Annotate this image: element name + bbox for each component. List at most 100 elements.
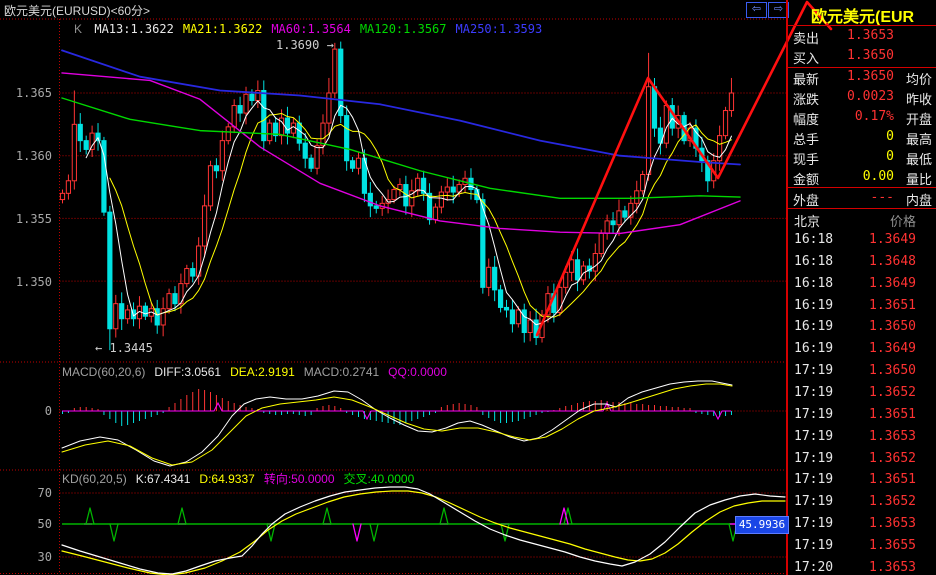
quote-row-label: 总手: [793, 132, 820, 147]
quote-row-label: 外盘: [793, 193, 820, 208]
quote-row-value: 0.17%: [854, 109, 894, 124]
low-price-label: 1.3445: [109, 341, 153, 355]
tick-price: 1.3649: [869, 341, 916, 357]
tick-price: 1.3652: [869, 450, 916, 466]
kd-axis-label: 30: [37, 550, 52, 564]
tick-time: 17:19: [794, 428, 834, 444]
tick-row[interactable]: 16:19 1.3649: [788, 341, 936, 361]
tick-time: 16:18: [794, 253, 834, 269]
price-axis-label: 1.355: [15, 212, 52, 226]
indicator-value: DEA:2.9191: [230, 365, 295, 379]
tick-price: 1.3653: [869, 516, 916, 532]
tick-time: 17:19: [794, 384, 834, 400]
quote-row: 卖出 1.3653: [788, 28, 936, 48]
quote-row-value: 0.0023: [847, 89, 894, 104]
tick-row[interactable]: 16:18 1.3649: [788, 276, 936, 296]
divider: [788, 67, 936, 68]
high-price-annotation: 1.3690 →: [276, 38, 334, 52]
quote-row: 外盘 --- 内盘: [788, 190, 936, 210]
quote-row-label2: 昨收: [906, 92, 933, 107]
kd-axis-label: 70: [37, 486, 52, 500]
quote-row-label2: 均价: [906, 72, 933, 87]
arrow-right-icon: →: [326, 38, 334, 52]
quote-panel-title: 欧元美元(EUR: [811, 9, 915, 26]
tick-row[interactable]: 17:19 1.3653: [788, 429, 936, 449]
tick-row[interactable]: 16:18 1.3649: [788, 232, 936, 252]
kd-current-value-badge: 45.9936: [735, 516, 789, 534]
tick-price: 1.3649: [869, 232, 916, 247]
tick-row[interactable]: 17:20 1.3653: [788, 560, 936, 575]
time-column-header: 北京: [794, 214, 821, 229]
quote-row-label2: 量比: [906, 172, 933, 187]
high-price-label: 1.3690: [276, 38, 320, 52]
quote-row-label: 买入: [793, 51, 820, 66]
indicator-value: 交叉:40.0000: [343, 472, 415, 486]
tick-price: 1.3650: [869, 363, 916, 379]
ma-value: MA13:1.3622: [94, 22, 174, 36]
quote-row: 总手 0 最高: [788, 129, 936, 149]
indicator-value: 转向:50.0000: [263, 472, 335, 486]
low-price-annotation: ← 1.3445: [95, 341, 153, 355]
indicator-value: QQ:0.0000: [388, 365, 447, 379]
indicator-value: KD(60,20,5): [62, 472, 127, 486]
trading-terminal: 欧元美元(EURUSD)<60分> ⇦ ⇨ K MA13:1.3622 MA21:…: [0, 0, 936, 575]
divider: [788, 187, 936, 188]
k-label: K: [74, 22, 83, 36]
quote-row-label: 金额: [793, 172, 820, 187]
quote-row-value: 1.3650: [847, 48, 894, 63]
tick-price: 1.3652: [869, 384, 916, 400]
price-column-header: 价格: [889, 214, 916, 229]
tick-row[interactable]: 17:19 1.3650: [788, 363, 936, 383]
quote-row-label2: 最高: [906, 132, 933, 147]
quote-row-value: ---: [870, 190, 894, 205]
quote-row-label2: 最低: [906, 152, 933, 167]
price-axis-label: 1.365: [15, 86, 52, 100]
tick-row[interactable]: 17:19 1.3655: [788, 538, 936, 558]
tick-row[interactable]: 17:19 1.3651: [788, 407, 936, 427]
tick-row[interactable]: 16:18 1.3648: [788, 254, 936, 274]
tick-time: 17:19: [794, 537, 834, 553]
quote-row: 最新 1.3650 均价: [788, 69, 936, 89]
tick-row[interactable]: 17:19 1.3651: [788, 472, 936, 492]
tick-time: 17:19: [794, 494, 834, 510]
quote-row-value: 0: [886, 149, 894, 164]
ma-value: MA120:1.3567: [359, 22, 447, 36]
quote-row-value: 0.00: [862, 169, 894, 184]
macd-zero-label: 0: [44, 404, 52, 418]
tick-time: 17:19: [794, 472, 834, 488]
tick-row[interactable]: 16:19 1.3651: [788, 298, 936, 318]
quote-row-label: 最新: [793, 72, 820, 87]
tick-row[interactable]: 17:19 1.3652: [788, 385, 936, 405]
quote-row: 现手 0 最低: [788, 149, 936, 169]
indicator-value: MACD(60,20,6): [62, 365, 146, 379]
tick-price: 1.3650: [869, 319, 916, 335]
quote-row-value: 1.3653: [847, 28, 894, 43]
tick-row[interactable]: 17:19 1.3653: [788, 516, 936, 536]
quote-row: 幅度 0.17% 开盘: [788, 109, 936, 129]
tick-row[interactable]: 17:19 1.3652: [788, 494, 936, 514]
tick-price: 1.3651: [869, 406, 916, 422]
tick-price: 1.3651: [869, 472, 916, 488]
macd-indicator-header: MACD(60,20,6) DIFF:3.0561 DEA:2.9191 MACD:0…: [62, 365, 456, 379]
tick-time: 17:19: [794, 450, 834, 466]
indicator-value: K:67.4341: [135, 472, 191, 486]
tick-row[interactable]: 17:19 1.3652: [788, 451, 936, 471]
ma-value: MA21:1.3622: [182, 22, 263, 36]
quote-row-label: 幅度: [793, 112, 820, 127]
tick-time: 17:19: [794, 516, 834, 532]
ma-value: MA60:1.3564: [271, 22, 351, 36]
indicator-value: MACD:0.2741: [303, 365, 380, 379]
divider: [788, 25, 936, 26]
price-axis-label: 1.350: [15, 275, 52, 289]
quote-row: 买入 1.3650: [788, 48, 936, 68]
quote-panel: 欧元美元(EUR 卖出 1.3653 买入 1.3650 最新 1.3650 均价 涨跌 0.…: [786, 0, 936, 575]
tick-price: 1.3649: [869, 275, 916, 291]
tick-list-header: 北京 价格: [788, 211, 936, 231]
quote-row: 涨跌 0.0023 昨收: [788, 89, 936, 109]
ma-indicator-header: K MA13:1.3622 MA21:1.3622 MA60:1.3564 MA120…: [74, 22, 560, 36]
quote-row-value: 0: [886, 129, 894, 144]
quote-row-label2: 开盘: [906, 112, 933, 127]
arrow-left-icon: ←: [95, 341, 103, 355]
tick-row[interactable]: 16:19 1.3650: [788, 319, 936, 339]
indicator-value: DIFF:3.0561: [154, 365, 222, 379]
